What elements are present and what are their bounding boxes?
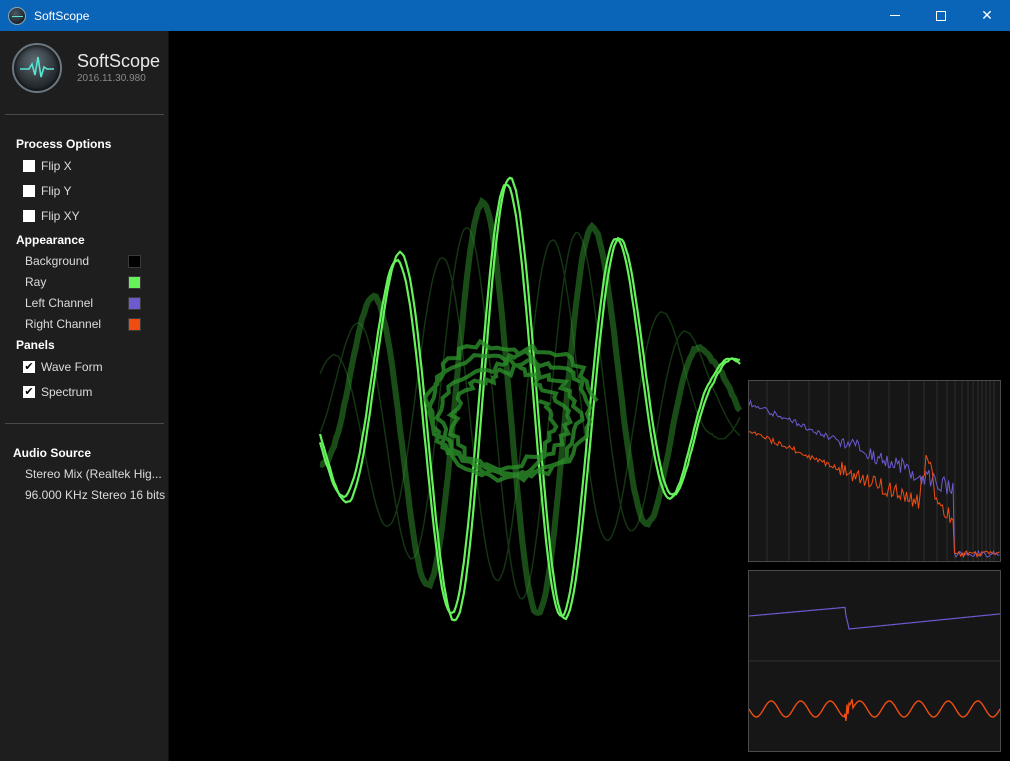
audio-source-title: Audio Source [13, 446, 91, 460]
audio-device[interactable]: Stereo Mix (Realtek Hig... [25, 467, 162, 481]
close-button[interactable]: ✕ [964, 0, 1010, 31]
process-options-title: Process Options [16, 137, 111, 151]
maximize-icon [936, 11, 946, 21]
checkbox-label: Wave Form [41, 360, 103, 374]
right-channel-color-swatch[interactable] [128, 318, 141, 331]
logo-icon [12, 43, 62, 93]
panels-title: Panels [16, 338, 55, 352]
divider [5, 114, 164, 115]
brand-version: 2016.11.30.980 [77, 73, 146, 84]
color-label: Right Channel [25, 317, 101, 331]
appearance-background[interactable]: Background [25, 253, 141, 269]
spectrum-plot [749, 381, 1000, 561]
oscilloscope-canvas[interactable] [170, 31, 1010, 761]
appearance-ray[interactable]: Ray [25, 274, 141, 290]
background-color-swatch[interactable] [128, 255, 141, 268]
flip-x-checkbox[interactable]: Flip X [23, 158, 72, 174]
waveform-panel[interactable] [748, 570, 1001, 752]
flip-y-checkbox[interactable]: Flip Y [23, 183, 71, 199]
appearance-left-channel[interactable]: Left Channel [25, 295, 141, 311]
checkbox-box[interactable]: ✔ [23, 386, 35, 398]
close-icon: ✕ [981, 7, 993, 24]
spectrum-checkbox[interactable]: ✔ Spectrum [23, 384, 92, 400]
check-icon: ✔ [24, 361, 33, 373]
checkbox-box[interactable] [23, 210, 35, 222]
checkbox-label: Spectrum [41, 385, 92, 399]
color-label: Ray [25, 275, 46, 289]
color-label: Background [25, 254, 89, 268]
color-label: Left Channel [25, 296, 93, 310]
appearance-title: Appearance [16, 233, 85, 247]
minimize-icon [890, 15, 900, 16]
spectrum-panel[interactable] [748, 380, 1001, 562]
minimize-button[interactable] [872, 0, 918, 31]
sidebar: SoftScope 2016.11.30.980 Process Options… [0, 31, 169, 761]
ray-color-swatch[interactable] [128, 276, 141, 289]
ray-trace-shadow [320, 202, 740, 613]
left-channel-color-swatch[interactable] [128, 297, 141, 310]
title-bar: SoftScope ✕ [0, 0, 1010, 31]
wave-form-checkbox[interactable]: ✔ Wave Form [23, 359, 103, 375]
checkbox-box[interactable]: ✔ [23, 361, 35, 373]
checkbox-box[interactable] [23, 160, 35, 172]
app-icon[interactable] [8, 7, 26, 25]
flip-xy-checkbox[interactable]: Flip XY [23, 208, 80, 224]
checkbox-box[interactable] [23, 185, 35, 197]
check-icon: ✔ [24, 386, 33, 398]
waveform-plot [749, 571, 1000, 751]
checkbox-label: Flip Y [41, 184, 71, 198]
heartbeat-icon [14, 45, 60, 91]
checkbox-label: Flip X [41, 159, 72, 173]
window-title: SoftScope [34, 9, 89, 23]
divider [5, 423, 164, 424]
appearance-right-channel[interactable]: Right Channel [25, 316, 141, 332]
checkbox-label: Flip XY [41, 209, 80, 223]
brand-name: SoftScope [77, 51, 160, 72]
audio-format: 96.000 KHz Stereo 16 bits [25, 488, 165, 502]
maximize-button[interactable] [918, 0, 964, 31]
